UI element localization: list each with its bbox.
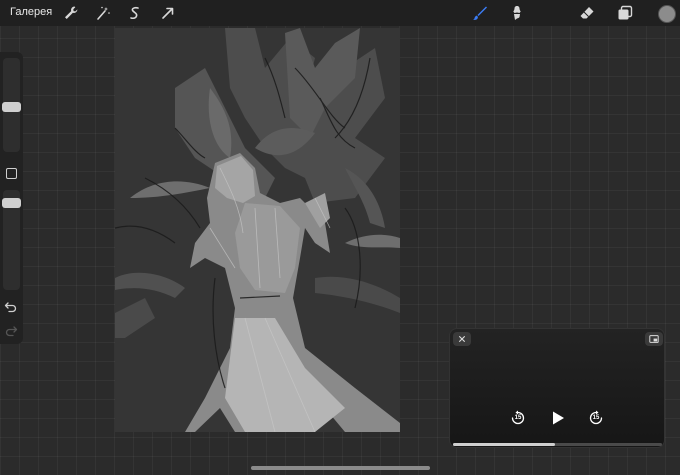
transform-arrow-icon[interactable] <box>158 3 178 23</box>
undo-icon[interactable] <box>4 300 18 313</box>
magic-wand-icon[interactable] <box>93 3 113 23</box>
video-progress-bar[interactable] <box>453 443 662 446</box>
selection-icon[interactable] <box>125 3 145 23</box>
forward-15-button[interactable]: 15 <box>588 410 604 426</box>
left-sidebar <box>0 52 23 344</box>
forward-label: 15 <box>592 415 600 421</box>
pip-video-player[interactable]: 15 15 <box>449 328 665 448</box>
eraser-icon[interactable] <box>577 3 597 23</box>
drawing-canvas[interactable] <box>115 28 400 432</box>
gallery-button[interactable]: Галерея <box>10 6 52 18</box>
sketch-artwork <box>115 28 400 432</box>
smudge-icon[interactable] <box>507 3 527 23</box>
modify-button[interactable] <box>6 168 17 179</box>
close-icon[interactable] <box>453 332 471 346</box>
play-icon <box>553 411 564 425</box>
opacity-thumb[interactable] <box>2 198 21 208</box>
rewind-label: 15 <box>514 415 522 421</box>
color-picker-swatch[interactable] <box>658 5 676 23</box>
layers-icon[interactable] <box>615 3 635 23</box>
brush-size-slider[interactable] <box>2 58 21 152</box>
brush-size-thumb[interactable] <box>2 102 21 112</box>
opacity-slider[interactable] <box>2 190 21 290</box>
wrench-icon[interactable] <box>61 3 81 23</box>
video-progress-fill <box>453 443 556 446</box>
redo-icon[interactable] <box>4 324 18 337</box>
brush-icon[interactable] <box>470 3 490 23</box>
rewind-15-button[interactable]: 15 <box>510 410 526 426</box>
play-button[interactable] <box>550 410 566 426</box>
home-indicator[interactable] <box>251 466 430 470</box>
pip-expand-icon[interactable] <box>645 332 663 346</box>
top-toolbar: Галерея <box>0 0 680 26</box>
